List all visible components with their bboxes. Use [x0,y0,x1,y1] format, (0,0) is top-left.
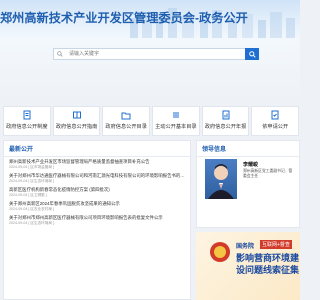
promo-banner[interactable]: 国务院 互联网+督查 影响营商环境建设问题线索征集 [196,232,300,300]
nav-card-catalog[interactable]: 政府信息公开目录 [102,106,151,136]
panel-title: 领导信息 [197,141,299,157]
banner-headline: 影响营商环境建设问题线索征集 [236,253,300,275]
list-item[interactable]: 郑州高新技术产业开发区市场监督管理局严格质量监督抽查项目补充公告 2024-09… [9,159,185,170]
document-icon [23,110,31,120]
list-icon [172,112,179,118]
guide-icon [72,111,81,119]
list-item[interactable]: 关于对郑州市郑州高新区医疗器械有限公司项目环境影响报告表的批复文件公示 2024… [9,215,185,226]
report-icon [222,110,230,120]
nav-card-basic-catalog[interactable]: 主动公开基本目录 [152,106,200,136]
nav-card-label: 依申请公开 [262,124,289,130]
person-icon [208,164,234,199]
news-date: 2024-09-04 [ 区市场监管局 ] [9,165,54,169]
nav-card-label: 政府信息公开年报 [204,124,247,130]
leader-duty: 郑州高新区党工委副书记、管委会主任 [243,169,293,178]
nav-card-apply[interactable]: 依申请公开 [251,106,300,136]
latest-news-panel: 最新公开 郑州高新技术产业开发区市场监督管理局严格质量监督抽查项目补充公告 20… [3,140,191,300]
nav-cards: 政府信息公开制度 政府信息公开指南 政府信息公开目录 主动公开基本目录 政府信息… [3,106,300,136]
nav-card-label: 主动公开基本目录 [155,124,197,130]
nav-card-guide[interactable]: 政府信息公开指南 [52,106,101,136]
nav-card-label: 政府信息公开指南 [55,124,98,130]
site-title[interactable]: 郑州高新技术产业开发区管理委员会-政务公开 [0,8,248,26]
site-header: 郑州高新技术产业开发区管理委员会-政务公开 [0,0,300,40]
leader-photo[interactable] [205,159,237,199]
nav-card-system[interactable]: 政府信息公开制度 [3,106,51,136]
news-date: 2024-09-04 [ 区生态环境局 ] [9,221,54,225]
leader-name[interactable]: 李耀峻 [243,161,258,168]
search-field-icon [57,51,63,57]
apply-icon [271,110,279,120]
folder-icon [121,112,131,120]
nav-card-label: 政府信息公开目录 [105,124,147,130]
state-emblem-icon [210,242,230,262]
news-date: 2024-09-04 [ 区农业农村局 ] [9,207,54,211]
news-date: 2024-09-04 [ 区生态环境局 ] [9,179,54,183]
list-item[interactable]: 关于郑州高新区2024年春季巩固脱贫攻坚成果的通知公示 2024-09-04 [… [9,201,185,212]
search-input[interactable] [53,48,248,60]
search-icon [248,50,256,58]
list-item[interactable]: 关于对郑州市华达通医疗器械有限公司和河南汇源光电科技有限公司的环境影响报告书的批… [9,173,185,184]
list-item[interactable]: 高新区医疗机构新春常态化疫情防控方案 (第四批次) 2024-09-04 [ 区… [9,187,185,198]
banner-brand: 国务院 [236,244,255,250]
news-date: 2024-09-04 [ 区卫健委 ] [9,193,47,197]
nav-card-label: 政府信息公开制度 [6,124,48,130]
nav-card-annual-report[interactable]: 政府信息公开年报 [201,106,250,136]
banner-tag: 互联网+督查 [260,240,292,249]
leader-panel: 领导信息 李耀峻 郑州高新区党工委副书记、管委会主任 [196,140,300,228]
search-area [0,40,300,104]
search-button[interactable] [245,48,259,60]
news-list: 郑州高新技术产业开发区市场监督管理局严格质量监督抽查项目补充公告 2024-09… [4,157,190,231]
panel-title: 最新公开 [4,141,190,157]
